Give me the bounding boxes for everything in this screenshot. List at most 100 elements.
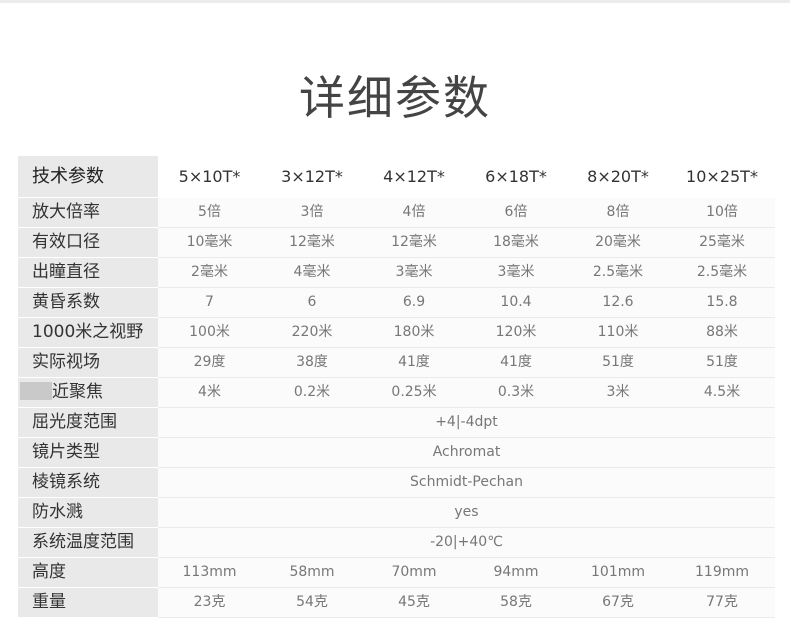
table-row: 实际视场 29度 38度 41度 41度 51度 51度 bbox=[18, 347, 775, 378]
row-label-text: 出瞳直径 bbox=[32, 262, 100, 282]
table-cell: 120米 bbox=[465, 317, 567, 348]
table-cell: 6 bbox=[261, 287, 363, 318]
table-cell: 15.8 bbox=[669, 287, 775, 318]
table-cell: 41度 bbox=[465, 347, 567, 378]
top-divider bbox=[0, 0, 790, 3]
header-model: 10×25T* bbox=[669, 156, 775, 198]
table-cell: 94mm bbox=[465, 557, 567, 588]
table-cell: 110米 bbox=[567, 317, 669, 348]
spec-table: 技术参数 5×10T* 3×12T* 4×12T* 6×18T* 8×20T* 10×25T… bbox=[18, 156, 775, 618]
row-label-text: 1000米之视野 bbox=[32, 322, 144, 342]
table-row: 重量 23克 54克 45克 58克 67克 77克 bbox=[18, 587, 775, 618]
row-label-text: 放大倍率 bbox=[32, 202, 100, 222]
row-label: 防水溅 bbox=[18, 497, 158, 528]
table-cell: 7 bbox=[158, 287, 261, 318]
table-cell: 4.5米 bbox=[669, 377, 775, 408]
table-row: 黄昏系数 7 6 6.9 10.4 12.6 15.8 bbox=[18, 287, 775, 318]
table-row: 1000米之视野 100米 220米 180米 120米 110米 88米 bbox=[18, 317, 775, 348]
table-cell: 23克 bbox=[158, 587, 261, 618]
table-cell: yes bbox=[158, 497, 775, 528]
table-row: 出瞳直径 2毫米 4毫米 3毫米 3毫米 2.5毫米 2.5毫米 bbox=[18, 257, 775, 288]
table-row: 系统温度范围 -20|+40℃ bbox=[18, 527, 775, 558]
row-label-text: 防水溅 bbox=[32, 502, 83, 522]
table-row: 放大倍率 5倍 3倍 4倍 6倍 8倍 10倍 bbox=[18, 197, 775, 228]
table-cell: 67克 bbox=[567, 587, 669, 618]
row-label: 棱镜系统 bbox=[18, 467, 158, 498]
table-row: 有效口径 10毫米 12毫米 12毫米 18毫米 20毫米 25毫米 bbox=[18, 227, 775, 258]
row-label-text: 有效口径 bbox=[32, 232, 100, 252]
row-label: 系统温度范围 bbox=[18, 527, 158, 558]
table-cell: 6.9 bbox=[363, 287, 465, 318]
table-cell: 3倍 bbox=[261, 197, 363, 228]
table-cell: -20|+40℃ bbox=[158, 527, 775, 558]
table-cell: 29度 bbox=[158, 347, 261, 378]
row-label: 1000米之视野 bbox=[18, 317, 158, 348]
row-label: 黄昏系数 bbox=[18, 287, 158, 318]
table-cell: Achromat bbox=[158, 437, 775, 468]
table-cell: 3毫米 bbox=[465, 257, 567, 288]
table-cell: 20毫米 bbox=[567, 227, 669, 258]
table-cell: 12.6 bbox=[567, 287, 669, 318]
header-model: 3×12T* bbox=[261, 156, 363, 198]
table-cell: 4倍 bbox=[363, 197, 465, 228]
table-cell: 180米 bbox=[363, 317, 465, 348]
table-cell: 2.5毫米 bbox=[669, 257, 775, 288]
table-cell: 51度 bbox=[669, 347, 775, 378]
table-cell: 113mm bbox=[158, 557, 261, 588]
table-cell: 119mm bbox=[669, 557, 775, 588]
table-cell: 5倍 bbox=[158, 197, 261, 228]
header-model: 5×10T* bbox=[158, 156, 261, 198]
table-cell: 8倍 bbox=[567, 197, 669, 228]
table-row: 屈光度范围 +4|-4dpt bbox=[18, 407, 775, 438]
table-cell: 77克 bbox=[669, 587, 775, 618]
table-cell: 101mm bbox=[567, 557, 669, 588]
table-cell: 100米 bbox=[158, 317, 261, 348]
header-label: 技术参数 bbox=[18, 156, 158, 198]
table-cell: +4|-4dpt bbox=[158, 407, 775, 438]
table-cell: 58克 bbox=[465, 587, 567, 618]
table-cell: 54克 bbox=[261, 587, 363, 618]
table-cell: 45克 bbox=[363, 587, 465, 618]
row-label: 近聚焦 bbox=[18, 377, 158, 408]
row-label-text: 系统温度范围 bbox=[32, 532, 134, 552]
table-cell: 18毫米 bbox=[465, 227, 567, 258]
table-cell: 12毫米 bbox=[363, 227, 465, 258]
row-label-text: 黄昏系数 bbox=[32, 292, 100, 312]
row-label-text: 近聚焦 bbox=[52, 382, 103, 402]
row-label-text: 重量 bbox=[32, 592, 66, 612]
row-label-text: 镜片类型 bbox=[32, 442, 100, 462]
table-row: 镜片类型 Achromat bbox=[18, 437, 775, 468]
table-row: 近聚焦 4米 0.2米 0.25米 0.3米 3米 4.5米 bbox=[18, 377, 775, 408]
header-model: 8×20T* bbox=[567, 156, 669, 198]
table-cell: 0.25米 bbox=[363, 377, 465, 408]
row-label: 实际视场 bbox=[18, 347, 158, 378]
table-cell: Schmidt-Pechan bbox=[158, 467, 775, 498]
row-label: 有效口径 bbox=[18, 227, 158, 258]
header-model: 4×12T* bbox=[363, 156, 465, 198]
table-cell: 10毫米 bbox=[158, 227, 261, 258]
table-cell: 41度 bbox=[363, 347, 465, 378]
table-cell: 0.2米 bbox=[261, 377, 363, 408]
table-cell: 2毫米 bbox=[158, 257, 261, 288]
row-label: 镜片类型 bbox=[18, 437, 158, 468]
table-row: 棱镜系统 Schmidt-Pechan bbox=[18, 467, 775, 498]
row-label: 重量 bbox=[18, 587, 158, 618]
table-cell: 220米 bbox=[261, 317, 363, 348]
table-cell: 12毫米 bbox=[261, 227, 363, 258]
table-cell: 0.3米 bbox=[465, 377, 567, 408]
row-label-text: 棱镜系统 bbox=[32, 472, 100, 492]
table-cell: 4米 bbox=[158, 377, 261, 408]
table-cell: 10.4 bbox=[465, 287, 567, 318]
table-header-row: 技术参数 5×10T* 3×12T* 4×12T* 6×18T* 8×20T* 10×25T… bbox=[18, 156, 775, 198]
table-cell: 3米 bbox=[567, 377, 669, 408]
table-cell: 10倍 bbox=[669, 197, 775, 228]
row-label: 屈光度范围 bbox=[18, 407, 158, 438]
row-label: 出瞳直径 bbox=[18, 257, 158, 288]
table-cell: 88米 bbox=[669, 317, 775, 348]
row-label-text: 屈光度范围 bbox=[32, 412, 117, 432]
table-cell: 51度 bbox=[567, 347, 669, 378]
table-cell: 38度 bbox=[261, 347, 363, 378]
table-row: 高度 113mm 58mm 70mm 94mm 101mm 119mm bbox=[18, 557, 775, 588]
row-label: 放大倍率 bbox=[18, 197, 158, 228]
row-label-text: 高度 bbox=[32, 562, 66, 582]
